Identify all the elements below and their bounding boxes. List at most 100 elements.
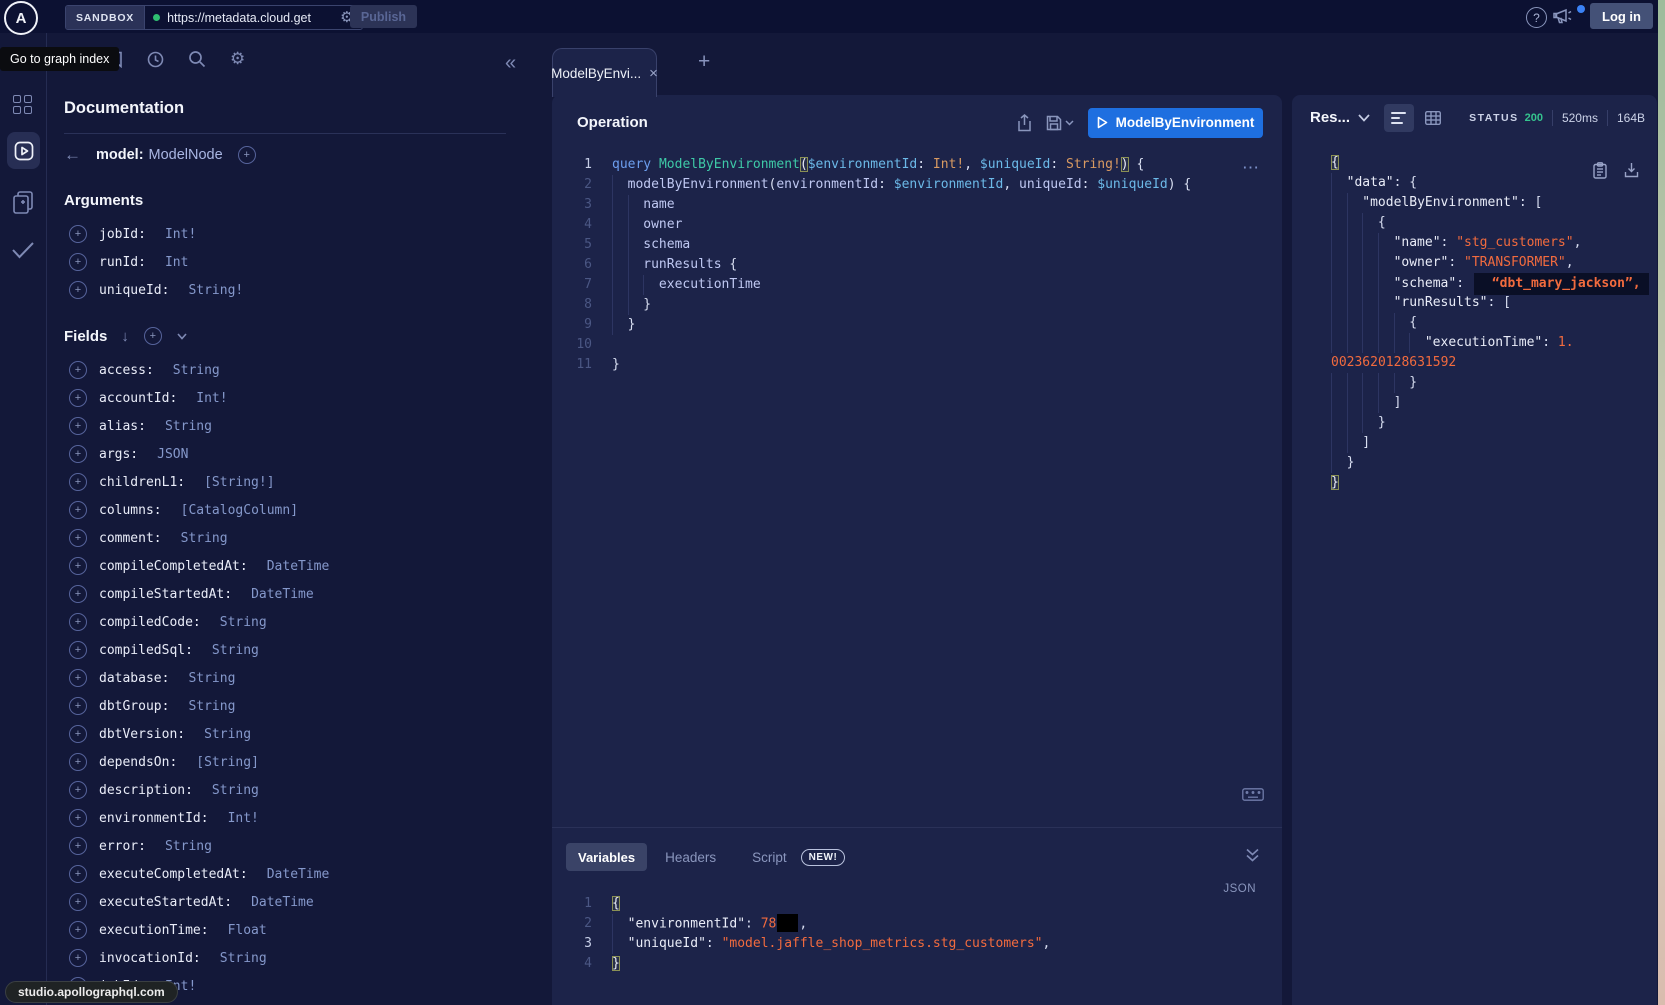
field-type[interactable]: Int!	[196, 391, 227, 406]
field-name[interactable]: database:	[99, 671, 169, 686]
checklist-icon[interactable]	[11, 241, 35, 260]
field-type[interactable]: String	[165, 839, 212, 854]
endpoint-url-text[interactable]: https://metadata.cloud.get	[167, 11, 333, 25]
field-type[interactable]: String	[181, 531, 228, 546]
add-to-query-icon[interactable]: +	[69, 837, 87, 855]
field-name[interactable]: comment:	[99, 531, 162, 546]
back-arrow-icon[interactable]: ←	[64, 145, 84, 165]
announcements-icon[interactable]	[1553, 7, 1575, 26]
keyboard-shortcuts-icon[interactable]	[1242, 788, 1264, 801]
editor-more-options-icon[interactable]: ⋯	[1242, 158, 1260, 178]
schema-diff-icon[interactable]	[11, 190, 35, 215]
field-type[interactable]: DateTime	[267, 867, 330, 882]
field-name[interactable]: accountId:	[99, 391, 177, 406]
settings-gear-icon[interactable]: ⚙	[230, 49, 245, 69]
add-to-query-icon[interactable]: +	[69, 417, 87, 435]
tab-modelbyenvironment[interactable]: ModelByEnvi... ×	[552, 48, 657, 97]
apollo-logo[interactable]: A	[4, 1, 38, 35]
field-type[interactable]: String	[220, 615, 267, 630]
explorer-nav-button[interactable]	[7, 132, 40, 169]
field-name[interactable]: access:	[99, 363, 154, 378]
field-type[interactable]: String	[204, 727, 251, 742]
add-to-query-icon[interactable]: +	[69, 753, 87, 771]
field-name[interactable]: dbtVersion:	[99, 727, 185, 742]
add-to-query-icon[interactable]: +	[69, 781, 87, 799]
add-to-query-icon[interactable]: +	[69, 253, 87, 271]
add-to-query-icon[interactable]: +	[69, 669, 87, 687]
field-type[interactable]: String	[165, 419, 212, 434]
scrollbar[interactable]	[1658, 0, 1665, 1005]
add-to-query-icon[interactable]: +	[69, 809, 87, 827]
field-name[interactable]: executeStartedAt:	[99, 895, 232, 910]
add-to-query-icon[interactable]: +	[69, 473, 87, 491]
add-to-query-icon[interactable]: +	[69, 529, 87, 547]
field-type[interactable]: DateTime	[251, 587, 314, 602]
field-name[interactable]: compileCompletedAt:	[99, 559, 248, 574]
field-type[interactable]: [CatalogColumn]	[181, 503, 298, 518]
field-type[interactable]: [String!]	[204, 475, 274, 490]
field-type[interactable]: [String]	[196, 755, 259, 770]
add-to-query-icon[interactable]: +	[69, 557, 87, 575]
field-name[interactable]: executeCompletedAt:	[99, 867, 248, 882]
table-view-toggle[interactable]	[1418, 104, 1448, 132]
save-icon[interactable]	[1046, 115, 1062, 131]
field-type[interactable]: String	[220, 951, 267, 966]
endpoint-url-field[interactable]: https://metadata.cloud.get ⚙	[145, 6, 361, 29]
add-to-query-icon[interactable]: +	[69, 361, 87, 379]
add-to-query-icon[interactable]: +	[69, 613, 87, 631]
tab-script[interactable]: Script	[734, 850, 805, 865]
field-type[interactable]: String	[188, 671, 235, 686]
field-name[interactable]: uniqueId:	[99, 283, 169, 298]
save-dropdown-chevron-icon[interactable]	[1065, 120, 1074, 126]
field-name[interactable]: executionTime:	[99, 923, 209, 938]
field-type[interactable]: JSON	[157, 447, 188, 462]
field-type[interactable]: DateTime	[267, 559, 330, 574]
add-field-icon[interactable]: +	[238, 146, 256, 164]
download-response-icon[interactable]	[1624, 162, 1639, 179]
field-type[interactable]: String	[188, 699, 235, 714]
field-name[interactable]: invocationId:	[99, 951, 201, 966]
add-to-query-icon[interactable]: +	[69, 641, 87, 659]
field-name[interactable]: error:	[99, 839, 146, 854]
field-name[interactable]: alias:	[99, 419, 146, 434]
add-all-fields-icon[interactable]: +	[144, 327, 162, 345]
save-operation-control[interactable]	[1046, 115, 1074, 131]
field-name[interactable]: dependsOn:	[99, 755, 177, 770]
query-editor[interactable]: 1query ModelByEnvironment($environmentId…	[552, 150, 1282, 375]
run-operation-button[interactable]: ModelByEnvironment	[1088, 108, 1263, 138]
field-name[interactable]: compiledSql:	[99, 643, 193, 658]
add-to-query-icon[interactable]: +	[69, 585, 87, 603]
new-tab-button[interactable]: +	[698, 50, 710, 74]
add-to-query-icon[interactable]: +	[69, 949, 87, 967]
add-to-query-icon[interactable]: +	[69, 389, 87, 407]
field-type[interactable]: DateTime	[251, 895, 314, 910]
field-name[interactable]: description:	[99, 783, 193, 798]
field-type[interactable]: String	[173, 363, 220, 378]
field-type[interactable]: Int	[165, 255, 188, 270]
publish-button[interactable]: Publish	[350, 5, 417, 28]
field-name[interactable]: childrenL1:	[99, 475, 185, 490]
field-type[interactable]: String	[212, 783, 259, 798]
graph-index-icon[interactable]	[13, 95, 32, 117]
tab-headers[interactable]: Headers	[647, 850, 734, 865]
add-to-query-icon[interactable]: +	[69, 225, 87, 243]
field-name[interactable]: runId:	[99, 255, 146, 270]
field-name[interactable]: args:	[99, 447, 138, 462]
variables-editor[interactable]: 1{2 "environmentId": 78,3 "uniqueId": "m…	[552, 894, 1282, 974]
field-type[interactable]: Float	[228, 923, 267, 938]
field-name[interactable]: environmentId:	[99, 811, 209, 826]
add-to-query-icon[interactable]: +	[69, 281, 87, 299]
add-to-query-icon[interactable]: +	[69, 865, 87, 883]
field-name[interactable]: jobId:	[99, 227, 146, 242]
response-dropdown-chevron-icon[interactable]	[1358, 114, 1370, 122]
add-to-query-icon[interactable]: +	[69, 893, 87, 911]
field-name[interactable]: dbtGroup:	[99, 699, 169, 714]
add-to-query-icon[interactable]: +	[69, 501, 87, 519]
collapse-variables-icon[interactable]	[1245, 848, 1260, 862]
history-icon[interactable]	[147, 51, 164, 68]
field-type[interactable]: Int!	[228, 811, 259, 826]
raw-view-toggle[interactable]	[1384, 104, 1414, 132]
chevron-down-icon[interactable]	[177, 333, 187, 340]
field-name[interactable]: columns:	[99, 503, 162, 518]
field-name[interactable]: compileStartedAt:	[99, 587, 232, 602]
